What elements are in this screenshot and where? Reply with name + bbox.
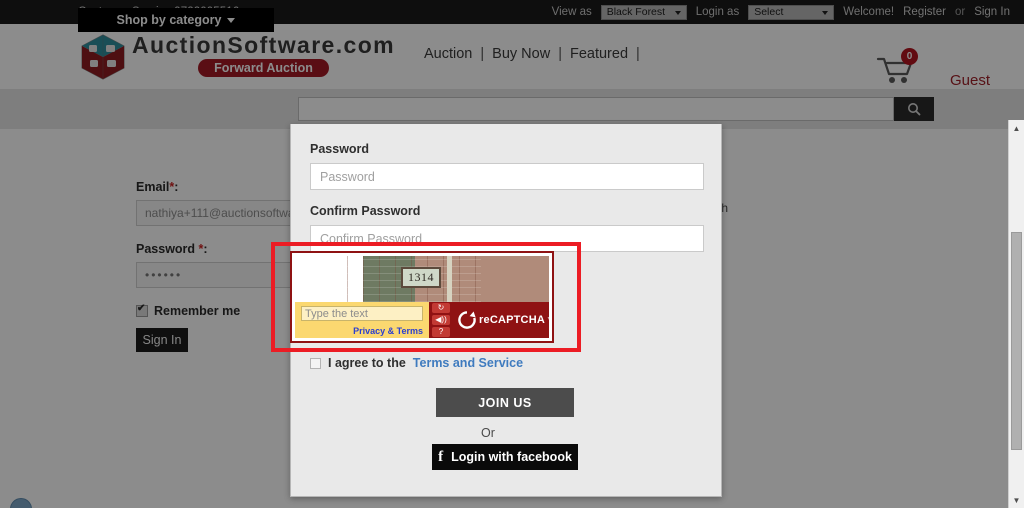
facebook-login-button[interactable]: f Login with facebook: [432, 444, 578, 470]
audio-icon[interactable]: ◀)): [432, 315, 450, 325]
scroll-down-arrow-icon[interactable]: ▼: [1009, 492, 1024, 508]
recaptcha-widget: 1314 Type the text Privacy & Terms ↻ ◀))…: [290, 251, 554, 343]
scrollbar-thumb[interactable]: [1011, 232, 1022, 450]
recaptcha-brand-text: reCAPTCHA: [479, 314, 545, 326]
terms-agree-text: I agree to the: [328, 356, 406, 370]
modal-password-input[interactable]: Password: [310, 163, 704, 190]
captcha-post: [447, 256, 452, 302]
recaptcha-circle-icon: [458, 311, 476, 329]
recaptcha-logo: reCAPTCHA ™: [457, 310, 549, 330]
captcha-control-bar: Type the text Privacy & Terms ↻ ◀)) ? re…: [295, 302, 549, 338]
help-icon[interactable]: ?: [432, 327, 450, 337]
captcha-challenge-image: 1314: [295, 256, 549, 302]
terms-checkbox[interactable]: [310, 357, 321, 369]
terms-and-service-link[interactable]: Terms and Service: [413, 356, 523, 370]
recaptcha-trademark: ™: [547, 317, 549, 323]
modal-confirm-password-label: Confirm Password: [310, 204, 421, 218]
captcha-privacy-terms-link[interactable]: Privacy & Terms: [353, 326, 423, 336]
or-divider-text: Or: [481, 426, 495, 440]
captcha-action-buttons: ↻ ◀)) ?: [432, 302, 450, 338]
recaptcha-brand-prefix: re: [479, 314, 490, 326]
captcha-input-placeholder: Type the text: [305, 307, 368, 320]
join-us-button[interactable]: JOIN US: [436, 388, 574, 417]
recaptcha-brand-name: CAPTCHA: [489, 314, 545, 326]
refresh-icon[interactable]: ↻: [432, 303, 450, 313]
scroll-up-arrow-icon[interactable]: ▲: [1009, 120, 1024, 136]
captcha-input-area: Type the text Privacy & Terms: [295, 302, 429, 338]
modal-password-label: Password: [310, 142, 370, 156]
facebook-login-label: Login with facebook: [451, 450, 572, 464]
signup-modal: Password Password Confirm Password Confi…: [271, 124, 722, 497]
browser-page: Customer Service 9722005516 View as Blac…: [0, 0, 1024, 508]
captcha-text-input[interactable]: Type the text: [301, 306, 423, 321]
page-scrollbar[interactable]: ▲ ▼: [1008, 120, 1024, 508]
captcha-street-number: 1314: [401, 267, 441, 288]
facebook-icon: f: [438, 448, 444, 465]
modal-password-placeholder: Password: [320, 169, 375, 184]
captcha-highlight-box: 1314 Type the text Privacy & Terms ↻ ◀))…: [271, 242, 581, 352]
terms-agreement-row: I agree to the Terms and Service: [310, 356, 523, 370]
